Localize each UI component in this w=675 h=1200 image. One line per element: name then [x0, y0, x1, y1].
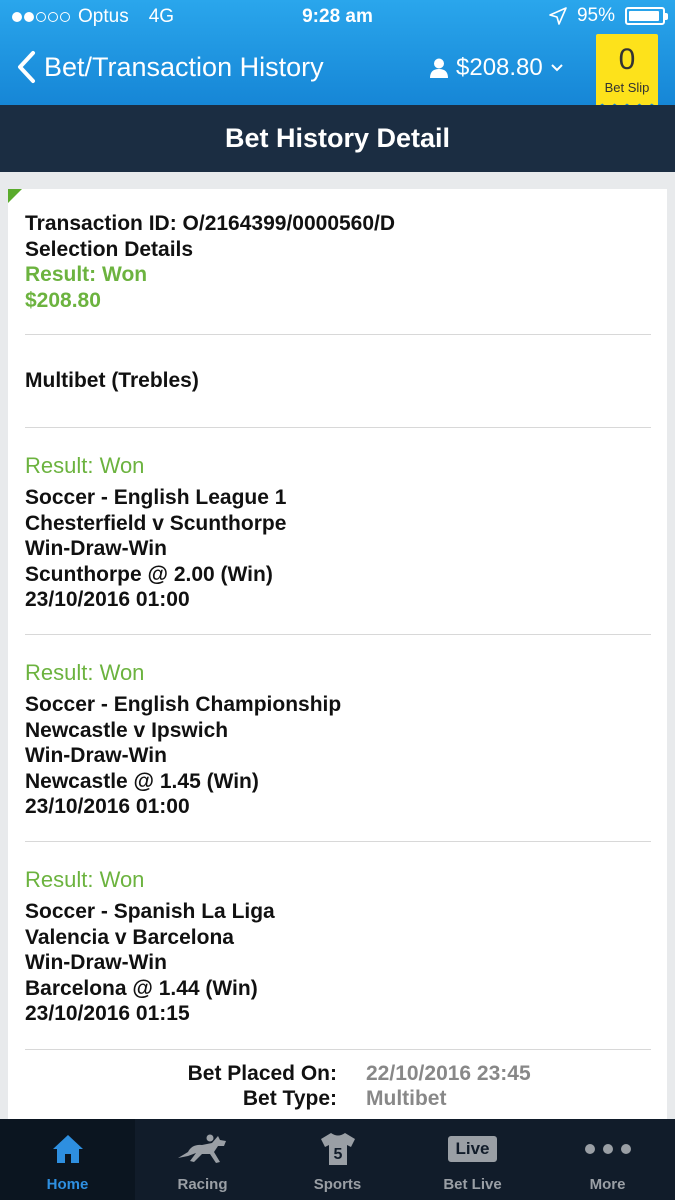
leg-match: Valencia v Barcelona: [25, 925, 234, 949]
leg-match: Chesterfield v Scunthorpe: [25, 511, 287, 535]
bet-slip-count: 0: [618, 43, 636, 76]
transaction-summary: Transaction ID: O/2164399/0000560/D Sele…: [25, 211, 651, 313]
live-icon: Live: [448, 1136, 497, 1162]
divider: [25, 634, 651, 635]
chevron-down-icon: [551, 64, 563, 72]
leg-datetime: 23/10/2016 01:15: [25, 1002, 190, 1025]
leg-result: Result: Won: [25, 453, 145, 478]
location-arrow-icon: [549, 7, 567, 25]
won-corner-marker: [8, 189, 22, 203]
transaction-amount: $208.80: [25, 288, 101, 312]
leg-competition: Soccer - Spanish La Liga: [25, 900, 275, 923]
leg-result: Result: Won: [25, 867, 145, 892]
bet-slip-label: Bet Slip: [604, 80, 650, 95]
detail-label: Bet Placed On:: [187, 1062, 337, 1085]
leg-competition: Soccer - English League 1: [25, 486, 287, 509]
tab-racing[interactable]: Racing: [135, 1119, 270, 1200]
leg-competition: Soccer - English Championship: [25, 693, 342, 716]
jersey-icon: 5: [320, 1133, 355, 1165]
horse-racing-icon: [177, 1134, 226, 1163]
divider: [25, 427, 651, 428]
user-icon: [430, 58, 448, 78]
leg-result: Result: Won: [25, 660, 145, 685]
more-dots-icon: [584, 1144, 631, 1154]
jersey-number: 5: [333, 1146, 342, 1163]
tab-label: Racing: [177, 1176, 228, 1193]
account-balance-button[interactable]: $208.80: [430, 54, 563, 82]
transaction-id: Transaction ID: O/2164399/0000560/D: [25, 212, 396, 235]
detail-value: 22/10/2016 23:45: [366, 1062, 531, 1085]
selection-details-heading: Selection Details: [25, 237, 194, 261]
bet-kind: Multibet (Trebles): [25, 369, 199, 392]
tab-home[interactable]: Home: [0, 1119, 135, 1200]
leg-selection: Scunthorpe @ 2.00 (Win): [25, 562, 273, 586]
tab-label: Home: [46, 1176, 89, 1193]
balance-amount: $208.80: [456, 54, 543, 81]
tab-more[interactable]: More: [540, 1119, 675, 1200]
divider: [25, 841, 651, 842]
leg-item: Result: Won Soccer - English League 1 Ch…: [25, 453, 651, 613]
chevron-left-icon: [18, 51, 35, 83]
back-button[interactable]: Bet/Transaction History: [16, 50, 324, 84]
leg-item: Result: Won Soccer - Spanish La Liga Val…: [25, 867, 651, 1027]
tab-label: Sports: [313, 1176, 362, 1193]
leg-item: Result: Won Soccer - English Championshi…: [25, 660, 651, 820]
leg-market: Win-Draw-Win: [25, 537, 167, 560]
leg-selection: Barcelona @ 1.44 (Win): [25, 976, 258, 1000]
page-title: Bet History Detail: [0, 105, 675, 172]
battery-icon: [625, 7, 668, 25]
transaction-result: Result: Won: [25, 263, 148, 286]
divider: [25, 1049, 651, 1050]
back-title: Bet/Transaction History: [44, 51, 324, 82]
tab-label: Bet Live: [443, 1176, 502, 1193]
bottom-tab-bar: Home Racing 5 Sports Live Bet Live More: [0, 1119, 675, 1200]
tab-bet-live[interactable]: Live Bet Live: [405, 1119, 540, 1200]
status-bar: Optus 4G 9:28 am 95%: [0, 0, 675, 34]
bet-slip-button[interactable]: 0 Bet Slip: [596, 34, 658, 108]
app-bar: Bet/Transaction History $208.80 0 Bet Sl…: [0, 34, 675, 108]
leg-selection: Newcastle @ 1.45 (Win): [25, 769, 259, 793]
divider: [25, 334, 651, 335]
detail-value: Multibet: [366, 1087, 447, 1110]
tab-label: More: [589, 1176, 626, 1193]
leg-market: Win-Draw-Win: [25, 744, 167, 767]
leg-match: Newcastle v Ipswich: [25, 718, 229, 742]
detail-label: Bet Type:: [242, 1087, 337, 1110]
leg-datetime: 23/10/2016 01:00: [25, 795, 190, 818]
leg-market: Win-Draw-Win: [25, 951, 167, 974]
app-header-area: Optus 4G 9:28 am 95% Bet/Transaction His…: [0, 0, 675, 108]
tab-sports[interactable]: 5 Sports: [270, 1119, 405, 1200]
bet-detail-card: Transaction ID: O/2164399/0000560/D Sele…: [8, 189, 667, 1119]
leg-datetime: 23/10/2016 01:00: [25, 588, 190, 611]
battery-percent: 95%: [576, 5, 615, 26]
home-icon: [52, 1135, 83, 1163]
